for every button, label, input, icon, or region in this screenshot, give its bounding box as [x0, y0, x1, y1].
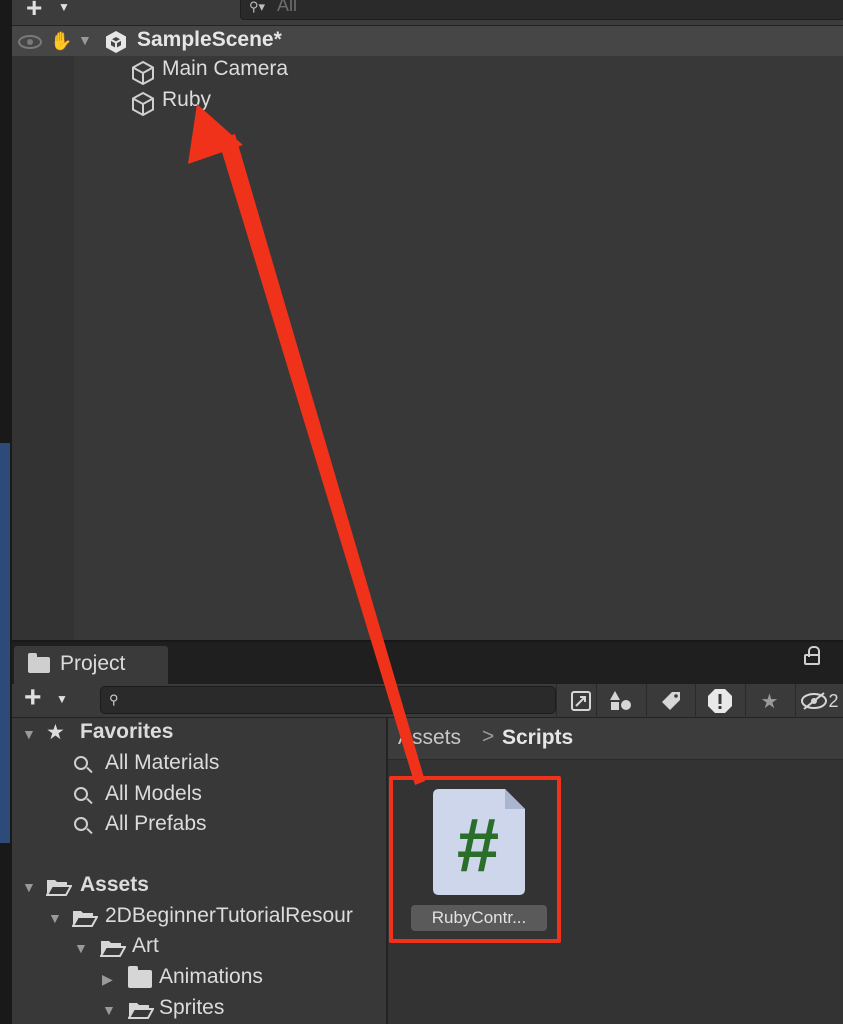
- warning-icon: [707, 689, 732, 713]
- project-toolbar: + ▼ ⚲ ★ 2: [12, 681, 843, 718]
- project-tab-bar: Project: [12, 640, 843, 686]
- star-icon: ★: [760, 690, 779, 713]
- tree-item-label: All Prefabs: [105, 812, 207, 835]
- hidden-packages-count: 2: [828, 690, 839, 711]
- chevron-down-icon[interactable]: ▼: [102, 1002, 116, 1018]
- tree-item-label: Animations: [159, 965, 263, 988]
- project-folder-tree: ▼ ★ Favorites All Materials All Models A…: [12, 718, 388, 1024]
- annotation-highlight-box: [389, 776, 561, 943]
- star-icon: ★: [46, 721, 65, 744]
- tree-item-label: Art: [132, 934, 159, 957]
- search-icon: [74, 787, 88, 801]
- chevron-down-icon[interactable]: ▼: [22, 726, 36, 742]
- external-search-icon: [570, 691, 591, 711]
- project-add-icon[interactable]: +: [24, 681, 42, 715]
- folder-icon: [128, 966, 152, 988]
- tree-item-label: 2DBeginnerTutorialResour: [105, 904, 353, 927]
- pickable-hand-icon[interactable]: ✋: [50, 32, 72, 50]
- breadcrumb-scripts[interactable]: Scripts: [502, 726, 573, 750]
- tab-project-label: Project: [60, 652, 126, 675]
- hierarchy-item-label: Ruby: [162, 88, 212, 111]
- folder-open-icon: [100, 941, 126, 957]
- chevron-down-icon[interactable]: ▼: [56, 692, 68, 706]
- hierarchy-search-placeholder: All: [277, 0, 298, 15]
- lock-icon[interactable]: [804, 646, 820, 665]
- left-edge-accent: [0, 443, 10, 843]
- hierarchy-toolbar: + ▼ ⚲▾ All: [12, 0, 843, 26]
- chevron-down-icon[interactable]: ▼: [48, 910, 62, 926]
- folder-open-icon: [72, 911, 98, 927]
- chevron-down-icon[interactable]: ▼: [74, 940, 88, 956]
- search-icon: ⚲▾: [249, 0, 266, 14]
- folder-open-icon: [128, 1003, 154, 1019]
- hierarchy-add-icon[interactable]: +: [26, 0, 42, 22]
- search-icon: [74, 817, 88, 831]
- search-icon: [74, 756, 88, 770]
- shapes-icon: [609, 691, 631, 710]
- search-icon: ⚲: [109, 692, 119, 707]
- filter-by-log-button[interactable]: [695, 684, 743, 718]
- hierarchy-search-input[interactable]: ⚲▾ All: [240, 0, 843, 20]
- tree-item-label: All Models: [105, 782, 202, 805]
- tab-project[interactable]: Project: [14, 646, 168, 686]
- scene-row[interactable]: ✋ ▼ SampleScene*: [12, 26, 843, 56]
- chevron-down-icon[interactable]: ▼: [78, 32, 92, 48]
- project-search-input[interactable]: ⚲: [100, 686, 556, 714]
- breadcrumb-assets[interactable]: Assets: [398, 726, 461, 750]
- hidden-packages-button[interactable]: 2: [795, 684, 843, 718]
- unity-scene-icon: [104, 30, 128, 59]
- gameobject-cube-icon: [130, 60, 156, 91]
- visibility-eye-icon[interactable]: [18, 35, 42, 49]
- eye-hidden-icon: [801, 692, 828, 710]
- chevron-down-icon[interactable]: ▼: [58, 0, 70, 14]
- hierarchy-item-label: Main Camera: [162, 57, 289, 80]
- tree-item-label: Assets: [80, 873, 149, 896]
- filter-by-type-button[interactable]: [596, 684, 644, 718]
- tree-item-label: Sprites: [159, 996, 225, 1019]
- breadcrumb-separator-icon: >: [482, 725, 495, 748]
- hierarchy-gutter: [12, 26, 74, 640]
- hierarchy-panel: ✋ ▼ SampleScene* Main Camera Ruby: [12, 26, 843, 640]
- tag-icon: [661, 692, 680, 710]
- favorites-filter-button[interactable]: ★: [745, 684, 793, 718]
- scene-name: SampleScene*: [137, 28, 282, 51]
- folder-icon: [28, 653, 50, 673]
- folder-open-icon: [46, 880, 72, 896]
- breadcrumb: Assets > Scripts: [388, 718, 843, 760]
- filter-by-label-button[interactable]: [646, 684, 694, 718]
- tree-item-label: All Materials: [105, 751, 220, 774]
- gameobject-cube-icon: [130, 91, 156, 122]
- chevron-right-icon[interactable]: ▶: [102, 971, 113, 988]
- chevron-down-icon[interactable]: ▼: [22, 879, 36, 895]
- tree-item-label: Favorites: [80, 720, 174, 743]
